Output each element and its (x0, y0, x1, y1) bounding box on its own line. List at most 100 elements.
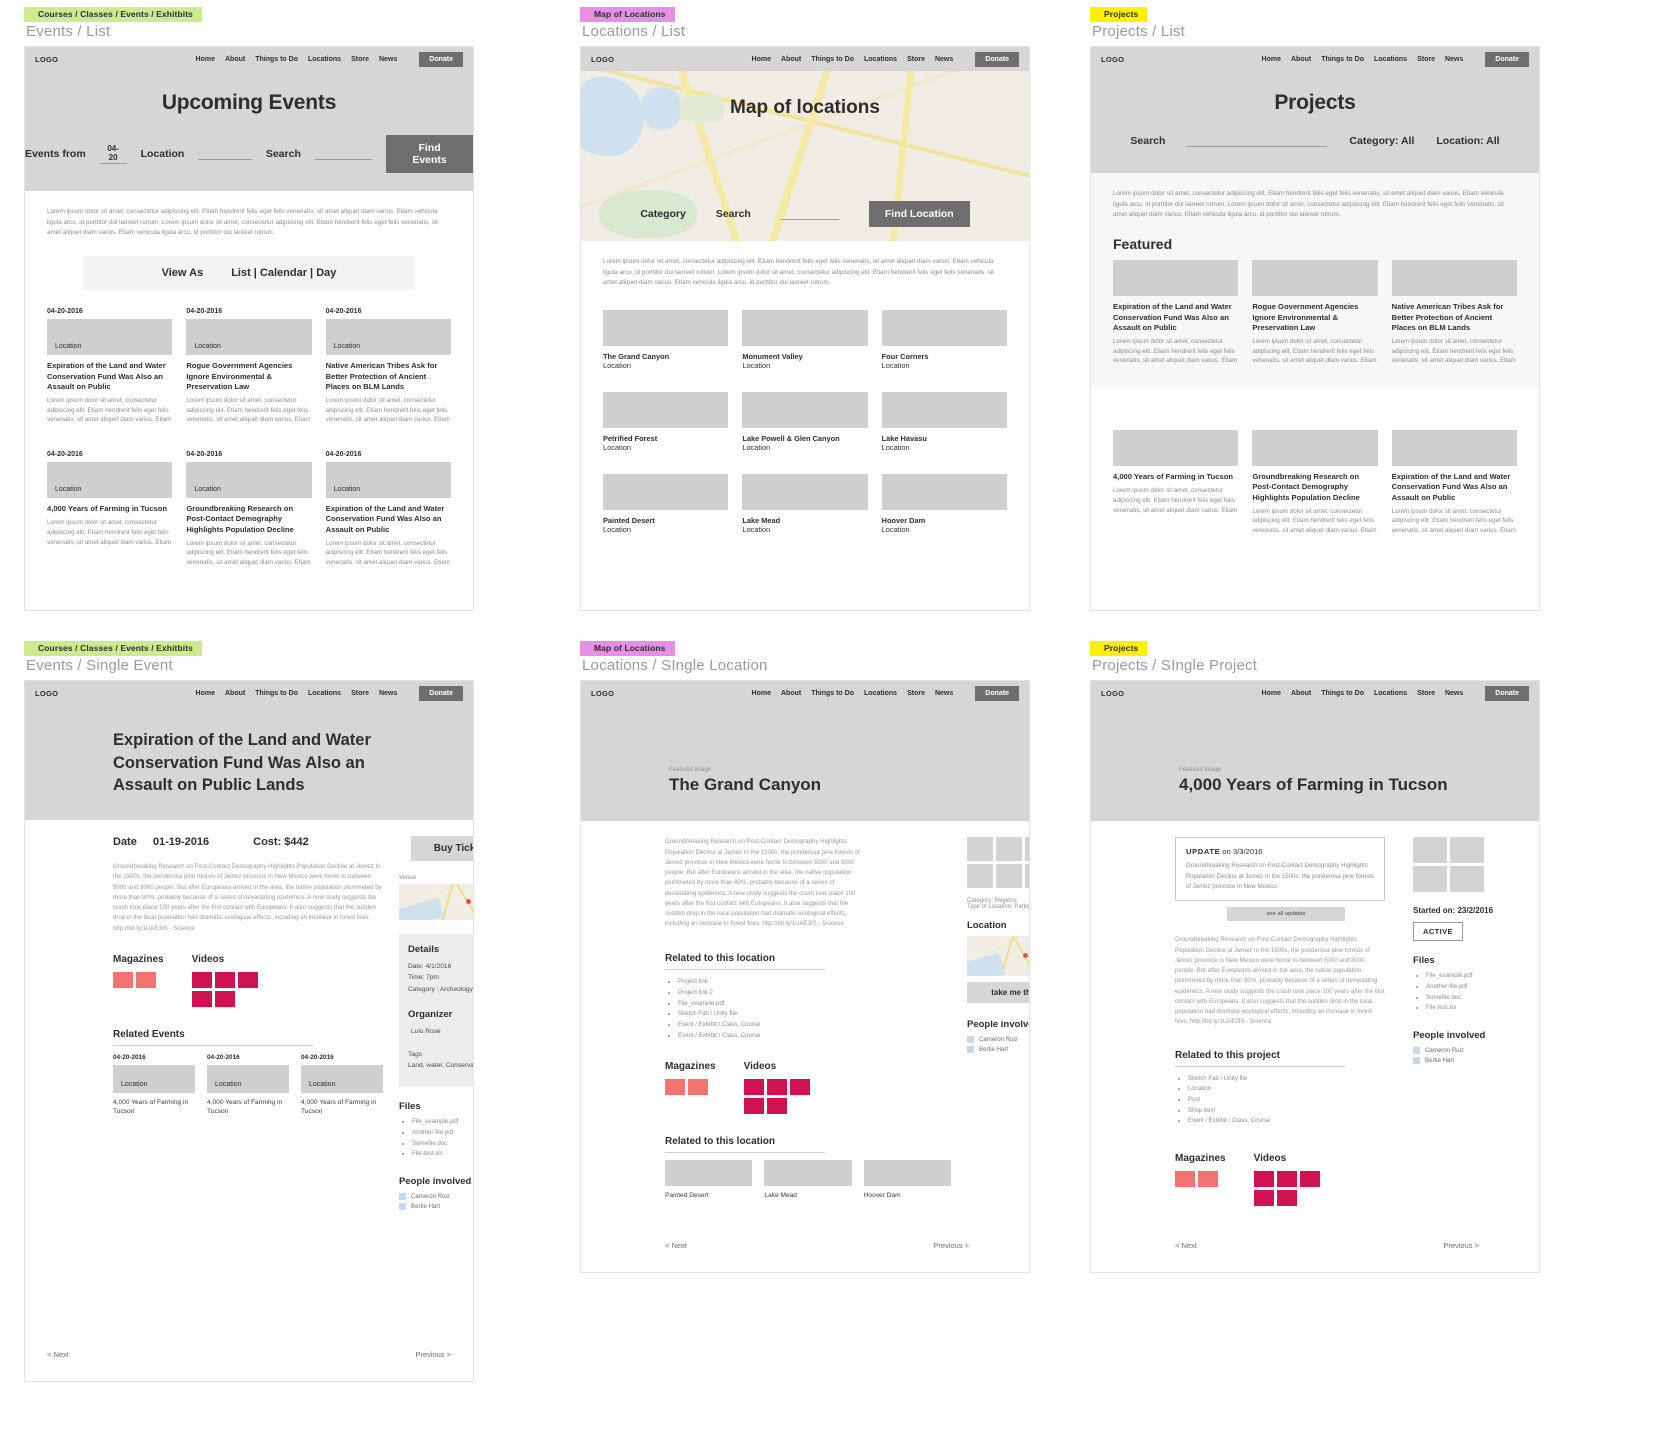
nav-links[interactable]: Home About Things to Do Locations Store … (1262, 685, 1529, 701)
related-event-title[interactable]: 4,000 Years of Farming in Tucson (207, 1098, 289, 1116)
video-tile[interactable] (789, 1079, 810, 1096)
nav-item-things-to-do[interactable]: Things to Do (811, 690, 854, 697)
related-link[interactable]: Post (1188, 1095, 1397, 1106)
location-name[interactable]: Hoover Dam (882, 516, 1007, 525)
nav-item-things-to-do[interactable]: Things to Do (255, 56, 298, 63)
gallery-tile[interactable] (1025, 864, 1029, 889)
location-card[interactable]: Monument Valley Location (742, 310, 868, 370)
magazine-tile[interactable] (1175, 1170, 1195, 1187)
event-card[interactable]: 04-20-2016 Location Groundbreaking Resea… (186, 451, 312, 568)
next-link[interactable]: < Next (47, 1350, 69, 1359)
location-minimap[interactable] (967, 936, 1029, 977)
location-input[interactable] (198, 149, 252, 160)
location-filter[interactable]: Location: All (1436, 135, 1499, 147)
magazine-tile[interactable] (113, 971, 133, 988)
nav-item-locations[interactable]: Locations (864, 56, 897, 63)
locations-map[interactable]: Map of locations Category Search Find Lo… (581, 71, 1029, 242)
video-tile[interactable] (766, 1098, 787, 1115)
magazine-tile[interactable] (1198, 1170, 1218, 1187)
location-name[interactable]: Lake Powell & Glen Canyon (742, 434, 867, 443)
nav-item-things-to-do[interactable]: Things to Do (1321, 56, 1364, 63)
event-title[interactable]: Expiration of the Land and Water Conserv… (47, 361, 172, 392)
donate-button[interactable]: Donate (419, 685, 463, 701)
magazine-tile[interactable] (665, 1079, 685, 1096)
nav-links[interactable]: Home About Things to Do Locations Store … (752, 685, 1019, 701)
nav-item-about[interactable]: About (781, 56, 801, 63)
nav-item-news[interactable]: News (1445, 690, 1463, 697)
file-item[interactable]: File-test.xls (412, 1149, 473, 1160)
event-title[interactable]: 4,000 Years of Farming in Tucson (47, 504, 172, 514)
nav-item-news[interactable]: News (935, 56, 953, 63)
nav-item-store[interactable]: Store (907, 690, 925, 697)
nav-links[interactable]: Home About Things to Do Locations Store … (1262, 51, 1529, 67)
search-input[interactable] (1187, 136, 1328, 147)
file-item[interactable]: Somefile.doc (412, 1139, 473, 1150)
related-event-card[interactable]: 04-20-2016 Location 4,000 Years of Farmi… (113, 1054, 195, 1116)
location-card[interactable]: Petrified Forest Location (603, 392, 729, 452)
person-row[interactable]: Cameron Ruiz (967, 1036, 1029, 1044)
video-tile[interactable] (1276, 1170, 1297, 1187)
nav-item-home[interactable]: Home (752, 690, 771, 697)
related-link[interactable]: File_example.pdf (678, 999, 951, 1010)
take-me-there-button[interactable]: take me there (967, 982, 1029, 1004)
location-name[interactable]: Four Corners (882, 352, 1007, 361)
gallery-tile[interactable] (1450, 866, 1484, 893)
related-event-title[interactable]: 4,000 Years of Farming in Tucson (301, 1098, 383, 1116)
magazine-tile[interactable] (136, 971, 156, 988)
see-all-updates-button[interactable]: see all updates (1227, 907, 1345, 922)
file-item[interactable]: File_example.pdf (1426, 971, 1513, 982)
video-tile[interactable] (743, 1079, 764, 1096)
file-item[interactable]: Another-file.pdf (1426, 982, 1513, 993)
magazine-tile[interactable] (688, 1079, 708, 1096)
related-event-card[interactable]: 04-20-2016 Location 4,000 Years of Farmi… (301, 1054, 383, 1116)
search-input[interactable] (314, 149, 373, 160)
magazine-tiles[interactable] (113, 971, 164, 988)
donate-button[interactable]: Donate (419, 51, 463, 67)
file-item[interactable]: File_example.pdf (412, 1117, 473, 1128)
related-location-name[interactable]: Lake Mead (764, 1191, 851, 1200)
donate-button[interactable]: Donate (975, 51, 1019, 67)
video-tile[interactable] (1276, 1189, 1297, 1206)
nav-item-news[interactable]: News (379, 56, 397, 63)
image-gallery[interactable] (1413, 837, 1513, 893)
video-tile[interactable] (1253, 1189, 1274, 1206)
nav-item-news[interactable]: News (935, 690, 953, 697)
related-link[interactable]: Sketch Fab / Unity file (1188, 1074, 1397, 1085)
location-card[interactable]: Lake Havasu Location (881, 392, 1007, 452)
event-title[interactable]: Rogue Government Agencies Ignore Environ… (186, 361, 311, 392)
related-link[interactable]: Event / Exhibit / Class, Course (678, 1020, 951, 1031)
nav-links[interactable]: Home About Things to Do Locations Store … (196, 51, 463, 67)
category-filter[interactable]: Category: All (1349, 135, 1414, 147)
buy-ticket-button[interactable]: Buy Ticket (411, 836, 473, 862)
previous-link[interactable]: Previous > (415, 1350, 451, 1359)
event-card[interactable]: 04-20-2016 Location Rogue Government Age… (186, 308, 312, 425)
event-card[interactable]: 04-20-2016 Location 4,000 Years of Farmi… (47, 451, 173, 568)
nav-item-store[interactable]: Store (907, 56, 925, 63)
video-tile[interactable] (191, 971, 212, 988)
events-from-input[interactable]: 04-20 (99, 144, 127, 165)
view-as-options[interactable]: List | Calendar | Day (231, 267, 336, 279)
video-tile[interactable] (237, 971, 258, 988)
project-title[interactable]: Native American Tribes Ask for Better Pr… (1392, 302, 1517, 333)
previous-link[interactable]: Previous > (1443, 1241, 1479, 1250)
related-location-card[interactable]: Painted Desert (665, 1160, 753, 1200)
person-row[interactable]: Bertie Hart (967, 1046, 1029, 1054)
related-link[interactable]: Shop item (1188, 1106, 1397, 1117)
donate-button[interactable]: Donate (975, 685, 1019, 701)
gallery-tile[interactable] (996, 837, 1022, 862)
person-row[interactable]: Cameron Ruiz (399, 1192, 473, 1200)
file-item[interactable]: File test.xls (1426, 1003, 1513, 1014)
related-link[interactable]: Event / Exhibit / Class, Course (678, 1031, 951, 1042)
gallery-tile[interactable] (1025, 837, 1029, 862)
donate-button[interactable]: Donate (1485, 51, 1529, 67)
nav-item-locations[interactable]: Locations (1374, 56, 1407, 63)
related-location-name[interactable]: Painted Desert (665, 1191, 752, 1200)
video-tile[interactable] (743, 1098, 764, 1115)
project-card[interactable]: 4,000 Years of Farming in Tucson Lorem i… (1113, 430, 1239, 536)
nav-item-store[interactable]: Store (1417, 56, 1435, 63)
project-title[interactable]: 4,000 Years of Farming in Tucson (1113, 472, 1238, 482)
nav-item-home[interactable]: Home (1262, 56, 1281, 63)
nav-links[interactable]: Home About Things to Do Locations Store … (196, 685, 463, 701)
project-title[interactable]: Groundbreaking Research on Post-Contact … (1252, 472, 1377, 503)
location-card[interactable]: Lake Powell & Glen Canyon Location (742, 392, 868, 452)
